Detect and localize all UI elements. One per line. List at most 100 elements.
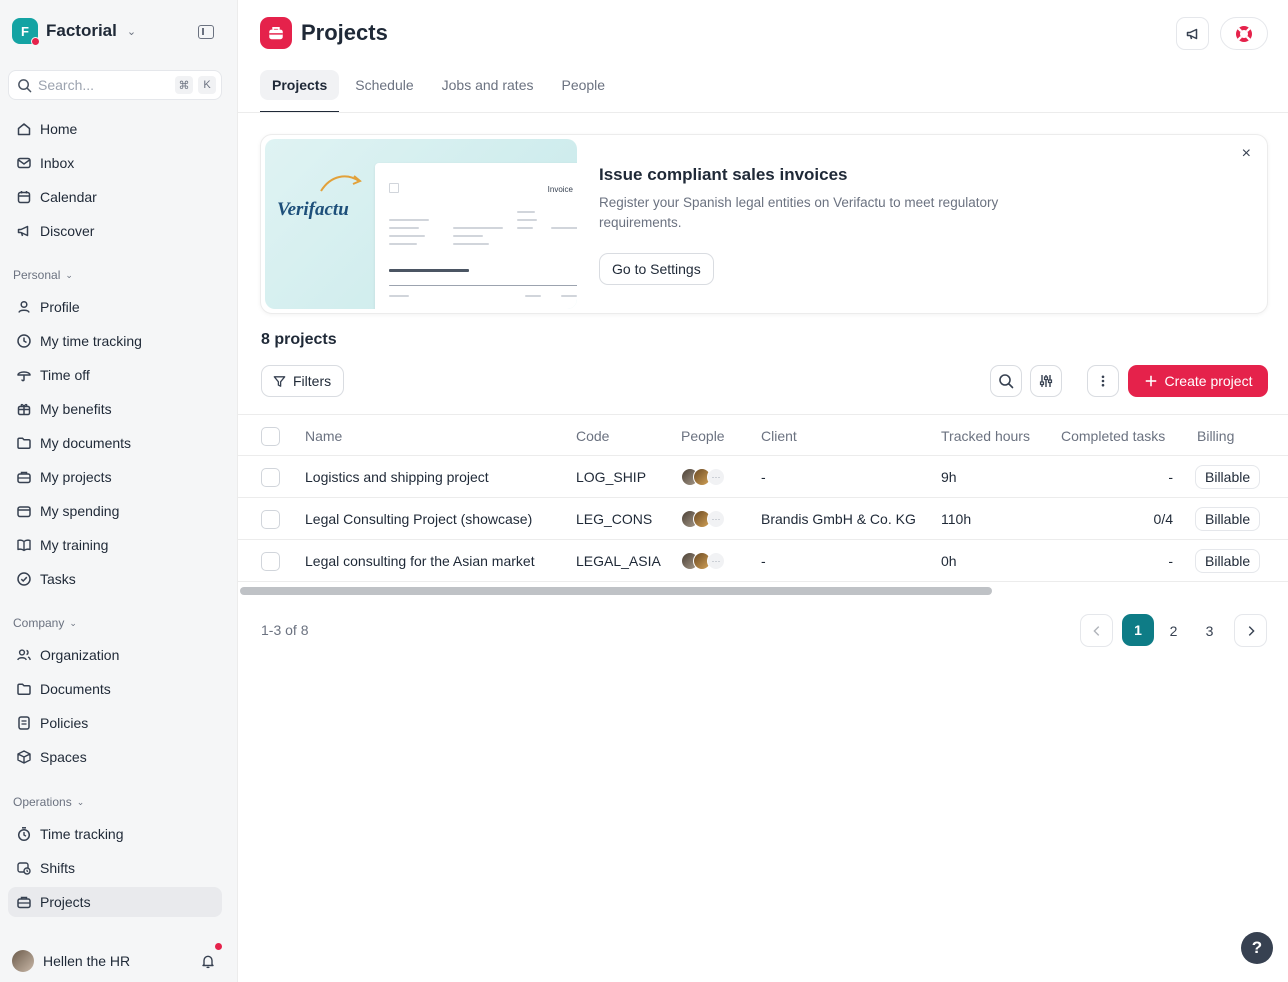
column-header-tracked-hours[interactable]: Tracked hours — [941, 415, 1030, 457]
announcements-button[interactable] — [1176, 17, 1209, 50]
sidebar-item-label: My benefits — [40, 401, 112, 417]
gift-icon — [17, 403, 31, 416]
create-project-button[interactable]: Create project — [1128, 365, 1268, 397]
sidebar-item-discover[interactable]: Discover — [8, 216, 222, 246]
company-switcher[interactable]: F Factorial ⌄ — [12, 18, 136, 46]
table-header-row: Name Code People Client Tracked hours Co… — [238, 414, 1288, 456]
table-row[interactable]: Legal consulting for the Asian market LE… — [238, 540, 1288, 582]
sidebar-item-my-spending[interactable]: My spending — [8, 496, 222, 526]
tab-jobs-and-rates[interactable]: Jobs and rates — [430, 70, 546, 100]
check-circle-icon — [17, 572, 31, 586]
documents-icon — [17, 683, 31, 696]
tracked-hours: 9h — [941, 469, 957, 485]
sidebar-item-my-projects[interactable]: My projects — [8, 462, 222, 492]
invoice-illustration: Invoice — [375, 163, 577, 309]
select-all-checkbox[interactable] — [261, 427, 280, 446]
tab-schedule[interactable]: Schedule — [343, 70, 425, 100]
row-checkbox[interactable] — [261, 510, 280, 529]
sidebar-item-label: Projects — [40, 894, 91, 910]
filters-button[interactable]: Filters — [261, 365, 345, 397]
more-actions-button[interactable] — [1087, 365, 1119, 397]
project-code: LEGAL_ASIA — [576, 553, 661, 569]
bell-icon — [202, 955, 214, 969]
section-personal[interactable]: Personal ⌄ — [13, 268, 73, 282]
project-name[interactable]: Legal Consulting Project (showcase) — [305, 498, 532, 540]
sidebar-item-my-training[interactable]: My training — [8, 530, 222, 560]
sidebar-toggle-icon[interactable] — [198, 25, 214, 39]
section-title: Personal — [13, 268, 61, 282]
sidebar-item-label: My projects — [40, 469, 112, 485]
project-client: Brandis GmbH & Co. KG — [761, 511, 916, 527]
sidebar-item-organization[interactable]: Organization — [8, 640, 222, 670]
help-center-button[interactable] — [1220, 17, 1268, 50]
horizontal-scrollbar[interactable] — [240, 587, 992, 595]
verifactu-banner: Verifactu Invoice Issue compliant sales … — [260, 134, 1268, 314]
megaphone-icon — [17, 225, 29, 237]
project-name[interactable]: Legal consulting for the Asian market — [305, 540, 535, 582]
tab-people[interactable]: People — [549, 70, 617, 100]
more-people-icon: ··· — [707, 552, 725, 570]
sidebar-item-my-time-tracking[interactable]: My time tracking — [8, 326, 222, 356]
user-menu[interactable]: Hellen the HR — [8, 943, 222, 976]
plus-icon — [1145, 375, 1156, 387]
megaphone-icon — [1186, 28, 1197, 39]
column-header-code[interactable]: Code — [576, 415, 609, 457]
table-search-button[interactable] — [990, 365, 1022, 397]
close-icon[interactable]: × — [1242, 145, 1251, 163]
projects-app-icon — [260, 17, 292, 49]
search-icon — [18, 78, 32, 92]
row-checkbox[interactable] — [261, 552, 280, 571]
go-to-settings-button[interactable]: Go to Settings — [599, 253, 714, 285]
sidebar-item-tasks[interactable]: Tasks — [8, 564, 222, 594]
search-input[interactable]: Search... ⌘ K — [8, 70, 222, 100]
sidebar-item-label: Documents — [40, 681, 111, 697]
next-page-button[interactable] — [1234, 614, 1267, 647]
sidebar-item-calendar[interactable]: Calendar — [8, 182, 222, 212]
sidebar-item-label: Discover — [40, 223, 95, 239]
filters-label: Filters — [293, 373, 332, 389]
sidebar-item-spaces[interactable]: Spaces — [8, 742, 222, 772]
help-button[interactable]: ? — [1241, 932, 1273, 964]
project-code: LOG_SHIP — [576, 469, 647, 485]
notification-dot — [215, 943, 222, 950]
notifications-button[interactable] — [200, 943, 222, 969]
sidebar-item-projects[interactable]: Projects — [8, 887, 222, 917]
user-name: Hellen the HR — [43, 953, 131, 969]
sidebar-item-my-documents[interactable]: My documents — [8, 428, 222, 458]
umbrella-icon — [17, 371, 31, 382]
sidebar-item-label: My spending — [40, 503, 120, 519]
page-2-button[interactable]: 2 — [1157, 614, 1190, 647]
sidebar-item-home[interactable]: Home — [8, 114, 222, 144]
section-company[interactable]: Company ⌄ — [13, 616, 77, 630]
column-header-client[interactable]: Client — [761, 415, 797, 457]
section-operations[interactable]: Operations ⌄ — [13, 795, 84, 809]
shifts-icon — [17, 862, 31, 875]
sidebar-item-shifts[interactable]: Shifts — [8, 853, 222, 883]
sidebar-item-policies[interactable]: Policies — [8, 708, 222, 738]
sidebar-item-time-tracking[interactable]: Time tracking — [8, 819, 222, 849]
project-name[interactable]: Logistics and shipping project — [305, 456, 489, 498]
column-settings-button[interactable] — [1030, 365, 1062, 397]
sidebar-item-inbox[interactable]: Inbox — [8, 148, 222, 178]
column-header-people[interactable]: People — [681, 415, 725, 457]
billing-status: Billable — [1195, 540, 1261, 582]
banner-description: Register your Spanish legal entities on … — [599, 195, 999, 230]
column-header-completed-tasks[interactable]: Completed tasks — [1061, 415, 1165, 457]
row-checkbox[interactable] — [261, 468, 280, 487]
table-row[interactable]: Legal Consulting Project (showcase) LEG_… — [238, 498, 1288, 540]
column-header-name[interactable]: Name — [305, 415, 342, 457]
people-avatars: ··· — [681, 456, 725, 498]
sidebar-item-label: Organization — [40, 647, 120, 663]
tab-projects[interactable]: Projects — [260, 70, 340, 113]
sidebar-item-time-off[interactable]: Time off — [8, 360, 222, 390]
shortcut-k-key: K — [198, 76, 216, 94]
sidebar-item-my-benefits[interactable]: My benefits — [8, 394, 222, 424]
table-row[interactable]: Logistics and shipping project LOG_SHIP … — [238, 456, 1288, 498]
previous-page-button[interactable] — [1080, 614, 1113, 647]
sidebar-item-documents[interactable]: Documents — [8, 674, 222, 704]
page-1-button[interactable]: 1 — [1122, 614, 1154, 646]
sidebar-item-profile[interactable]: Profile — [8, 292, 222, 322]
page-3-button[interactable]: 3 — [1193, 614, 1226, 647]
sidebar-item-label: Tasks — [40, 571, 76, 587]
column-header-billing[interactable]: Billing — [1197, 415, 1234, 457]
